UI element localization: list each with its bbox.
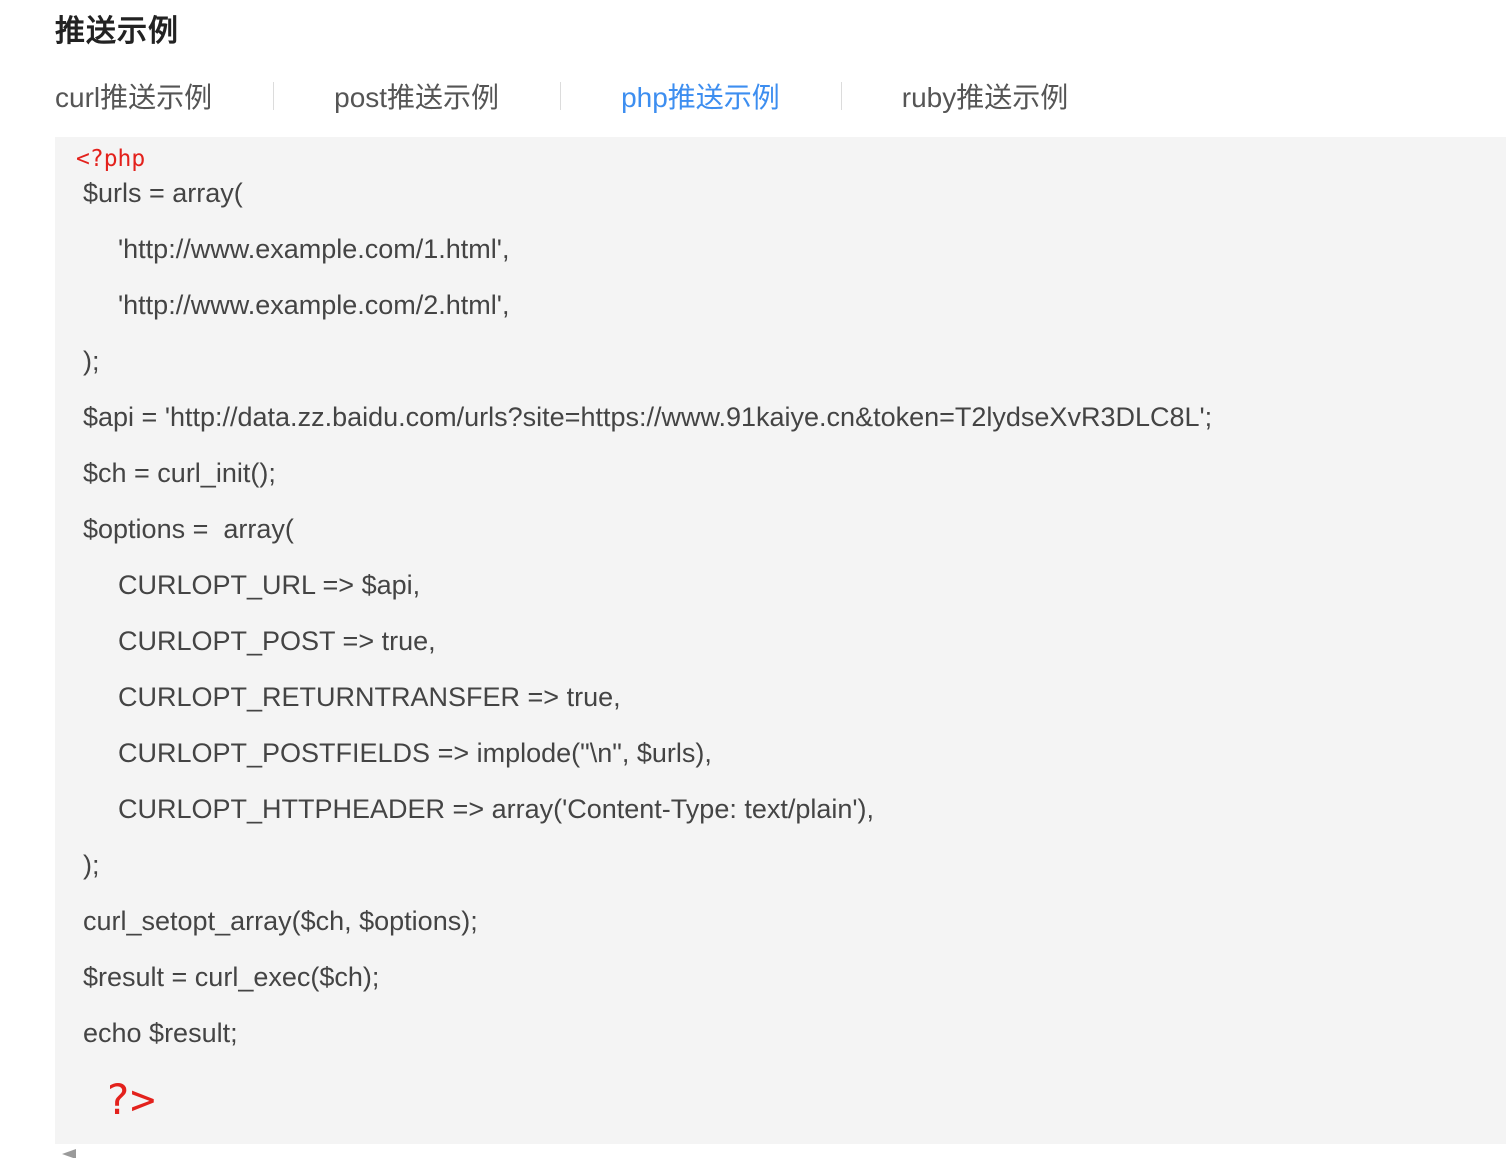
tab-bar: curl推送示例 post推送示例 php推送示例 ruby推送示例 [55, 74, 1068, 118]
page: 推送示例 curl推送示例 post推送示例 php推送示例 ruby推送示例 … [0, 0, 1506, 1158]
tab-divider [273, 82, 275, 110]
tab-divider [840, 82, 842, 110]
code-line: $options = array( [83, 514, 294, 544]
code-line: CURLOPT_HTTPHEADER => array('Content-Typ… [118, 794, 875, 824]
tab-curl[interactable]: curl推送示例 [55, 76, 212, 116]
code-line: echo $result; [83, 1018, 238, 1048]
php-open-tag: <?php [76, 146, 146, 172]
section-title: 推送示例 [55, 15, 179, 48]
code-line: $api = 'http://data.zz.baidu.com/urls?si… [83, 402, 1213, 432]
code-panel: <?php $urls = array( 'http://www.example… [55, 137, 1506, 1144]
tab-php[interactable]: php推送示例 [621, 76, 780, 116]
code-line: $ch = curl_init(); [83, 458, 276, 488]
code-line: curl_setopt_array($ch, $options); [83, 906, 478, 936]
tab-ruby[interactable]: ruby推送示例 [902, 76, 1068, 116]
code-line: ); [83, 850, 100, 880]
scroll-left-arrow-icon[interactable] [62, 1149, 76, 1158]
code-line: $urls = array( [83, 178, 243, 208]
code-line: CURLOPT_POSTFIELDS => implode("\n", $url… [118, 738, 712, 768]
code-line: $result = curl_exec($ch); [83, 962, 380, 992]
code-line: CURLOPT_POST => true, [118, 626, 436, 656]
php-close-tag: ?> [105, 1075, 156, 1124]
code-line: ); [83, 346, 100, 376]
tab-post[interactable]: post推送示例 [334, 76, 499, 116]
tab-divider [560, 82, 562, 110]
code-line: CURLOPT_URL => $api, [118, 570, 421, 600]
code-line: 'http://www.example.com/1.html', [118, 234, 510, 264]
code-line: 'http://www.example.com/2.html', [118, 290, 510, 320]
code-line: CURLOPT_RETURNTRANSFER => true, [118, 682, 621, 712]
